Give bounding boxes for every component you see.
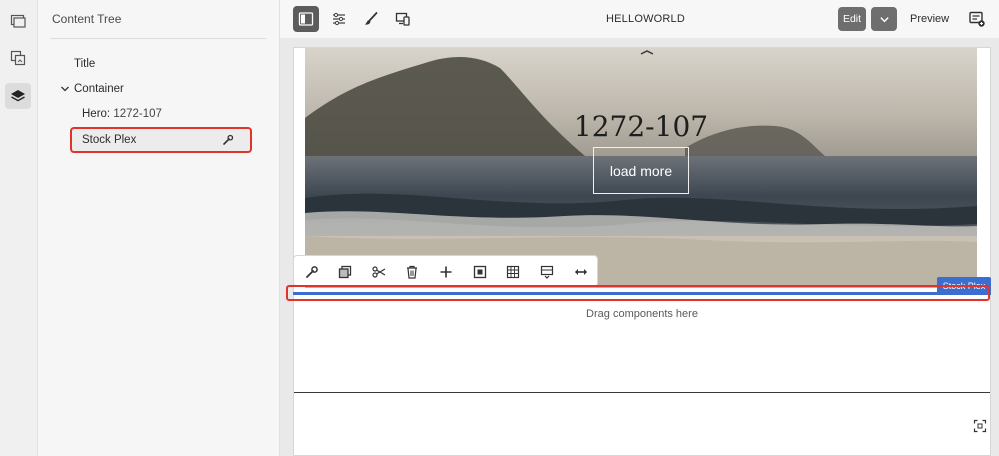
tree-item-label-value: 1272-107 bbox=[113, 108, 162, 120]
tree-item-label: Title bbox=[74, 58, 96, 70]
divider bbox=[50, 38, 266, 39]
copy-icon[interactable] bbox=[336, 263, 354, 281]
page-title: HELLOWORLD bbox=[606, 13, 686, 25]
page-info-icon[interactable] bbox=[968, 10, 986, 28]
tree-item-label-prefix: Hero: bbox=[82, 108, 111, 120]
cut-icon[interactable] bbox=[370, 263, 388, 281]
drop-zone-label: Drag components here bbox=[586, 308, 698, 320]
hero-component[interactable]: 1272-107 load more bbox=[305, 48, 977, 288]
load-more-button[interactable]: load more bbox=[593, 147, 689, 194]
style-brush-icon[interactable] bbox=[358, 6, 384, 32]
configure-wrench-icon[interactable] bbox=[303, 263, 321, 281]
side-panel-toggle-icon[interactable] bbox=[293, 6, 319, 32]
select-parent-icon[interactable] bbox=[471, 263, 489, 281]
panel-title: Content Tree bbox=[52, 12, 122, 26]
side-rail bbox=[0, 0, 38, 456]
resize-arrows-icon[interactable] bbox=[572, 263, 590, 281]
tree-item-stock-plex[interactable]: Stock Plex bbox=[70, 127, 252, 153]
mode-dropdown-button[interactable] bbox=[871, 7, 897, 31]
editor-toolbar: HELLOWORLD Edit Preview bbox=[280, 0, 999, 38]
pages-icon[interactable] bbox=[5, 8, 31, 34]
edit-mode-button[interactable]: Edit bbox=[838, 7, 866, 31]
delete-icon[interactable] bbox=[403, 263, 421, 281]
layout-grid-icon[interactable] bbox=[504, 263, 522, 281]
assets-icon[interactable] bbox=[5, 45, 31, 71]
policy-icon[interactable] bbox=[538, 263, 556, 281]
drop-zone[interactable]: Drag components here bbox=[294, 296, 990, 392]
tree-item-container[interactable]: Container bbox=[60, 83, 124, 95]
component-toolbar bbox=[293, 255, 598, 287]
chevron-down-icon bbox=[879, 16, 889, 22]
hero-title: 1272-107 bbox=[573, 110, 709, 143]
emulator-devices-icon[interactable] bbox=[390, 6, 416, 32]
tree-item-hero[interactable]: Hero: 1272-107 bbox=[82, 108, 162, 120]
chevron-down-icon[interactable] bbox=[60, 84, 70, 94]
insert-icon[interactable] bbox=[437, 263, 455, 281]
tree-item-title[interactable]: Title bbox=[74, 58, 95, 70]
content-tree-panel: Content Tree Title Container Hero: 1272-… bbox=[38, 0, 280, 456]
tree-item-label: Stock Plex bbox=[82, 134, 137, 146]
layers-icon[interactable] bbox=[5, 83, 31, 109]
divider bbox=[294, 392, 990, 393]
wrench-icon[interactable] bbox=[222, 134, 234, 146]
preview-button[interactable]: Preview bbox=[910, 13, 949, 25]
tree-item-label: Container bbox=[74, 83, 124, 95]
properties-icon[interactable] bbox=[326, 6, 352, 32]
fullscreen-icon[interactable] bbox=[973, 419, 987, 433]
